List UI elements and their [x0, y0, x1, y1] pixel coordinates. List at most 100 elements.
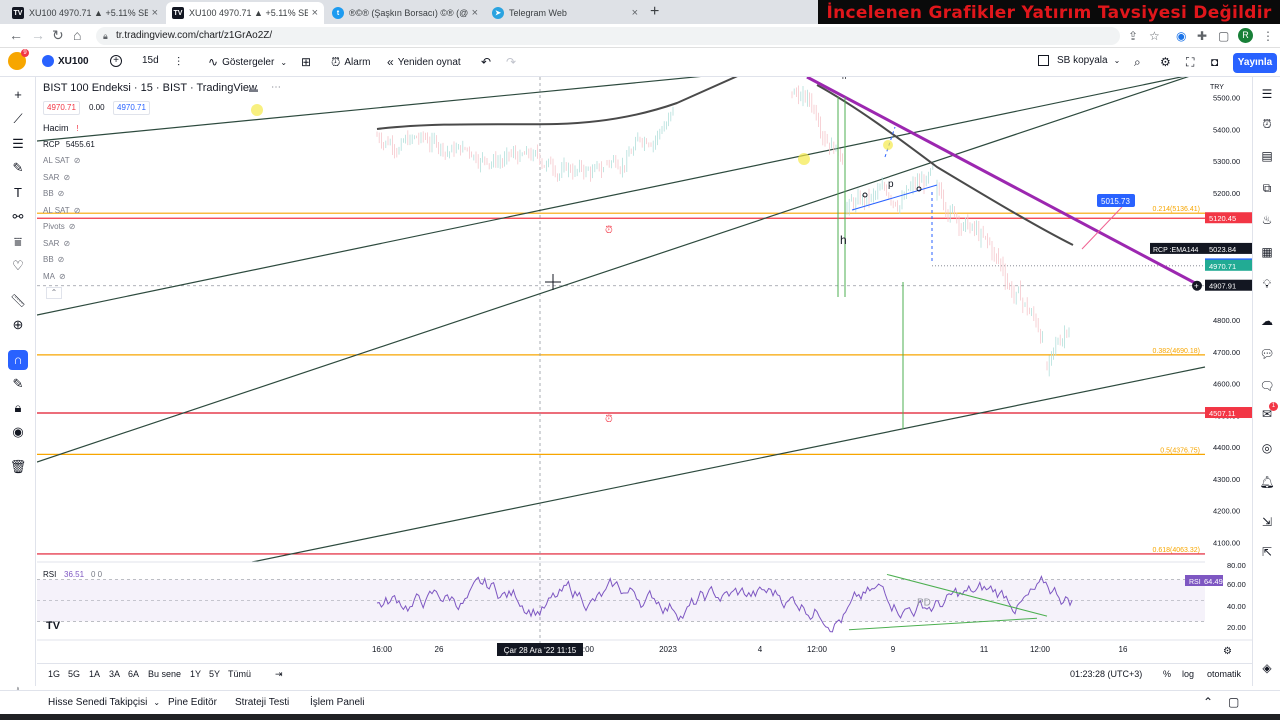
browser-menu-icon[interactable]: ⋮: [1262, 29, 1274, 43]
calendar-icon[interactable]: ▦: [1258, 243, 1276, 261]
hidden-eye-icon[interactable]: ⊘: [58, 189, 65, 198]
extension-globe-icon[interactable]: ◉: [1176, 29, 1186, 43]
back-icon[interactable]: ←: [9, 27, 23, 43]
layout-name-button[interactable]: SB kopyala ⌄: [1038, 55, 1120, 66]
messages-icon[interactable]: 🗨︎: [1258, 377, 1276, 395]
brush-icon[interactable]: ✎: [8, 158, 28, 178]
interval-button[interactable]: 15d: [142, 55, 159, 66]
hidden-eye-icon[interactable]: ⊘: [69, 222, 76, 231]
chat-cloud-icon[interactable]: ☁: [1258, 312, 1276, 330]
range-bu-sene[interactable]: Bu sene: [148, 669, 181, 679]
chevron-up-icon[interactable]: ⌃: [1203, 695, 1213, 709]
range-1A[interactable]: 1A: [89, 669, 100, 679]
clock-label[interactable]: 01:23:28 (UTC+3): [1070, 669, 1142, 679]
crosshair-icon[interactable]: +: [8, 85, 28, 105]
range-6A[interactable]: 6A: [128, 669, 139, 679]
legend-study-row[interactable]: Hacim!: [43, 123, 79, 133]
redo-icon[interactable]: ↷: [506, 55, 520, 69]
legend-study-row[interactable]: Pivots ⊘: [43, 222, 76, 231]
legend-study-row[interactable]: BB ⊘: [43, 255, 64, 264]
collapse-legend-icon[interactable]: ⌃: [46, 287, 62, 299]
trash-icon[interactable]: 🗑︎: [8, 457, 28, 477]
close-tab-icon[interactable]: ×: [632, 7, 638, 19]
hidden-eye-icon[interactable]: ⊘: [63, 173, 70, 182]
magnet-icon[interactable]: ∩: [8, 350, 28, 370]
close-tab-icon[interactable]: ×: [152, 7, 158, 19]
browser-tab-3[interactable]: t ®©® (Şaşkın Borsacı) ©® (@Sa ×: [326, 2, 484, 24]
legend-study-row[interactable]: AL SAT ⊘: [43, 156, 80, 165]
range-5G[interactable]: 5G: [68, 669, 80, 679]
extensions-puzzle-icon[interactable]: ✚: [1197, 29, 1207, 43]
browser-tab-4[interactable]: ➤ Telegram Web ×: [486, 2, 644, 24]
expand-arrows-icon[interactable]: ⇱: [1258, 543, 1276, 561]
watchlist-icon[interactable]: ☰: [1258, 85, 1276, 103]
undo-icon[interactable]: ↶: [481, 55, 495, 69]
lock-drawing-icon[interactable]: ✎: [8, 374, 28, 394]
legend-study-row[interactable]: AL SAT ⊘: [43, 206, 80, 215]
range-all[interactable]: Tümü: [228, 669, 251, 679]
publish-button[interactable]: Yayınla: [1233, 53, 1277, 73]
alerts-clock-icon[interactable]: ⏰︎: [1258, 115, 1276, 133]
auto-toggle[interactable]: otomatik: [1207, 669, 1241, 679]
user-avatar[interactable]: 9: [8, 49, 29, 70]
close-tab-icon[interactable]: ×: [312, 7, 318, 19]
zoom-in-icon[interactable]: ⊕: [8, 315, 28, 335]
tab-stock-screener[interactable]: Hisse Senedi Takipçisi ⌄: [48, 697, 160, 708]
trend-line-icon[interactable]: ⟋: [8, 109, 28, 129]
range-1G[interactable]: 1G: [48, 669, 60, 679]
hidden-eye-icon[interactable]: ⊘: [59, 272, 66, 281]
hotlist-flame-icon[interactable]: ♨: [1258, 211, 1276, 229]
news-icon[interactable]: ▤: [1258, 147, 1276, 165]
legend-study-row[interactable]: RCP 5455.61: [43, 140, 95, 149]
maximize-panel-icon[interactable]: ▢: [1228, 695, 1239, 709]
side-panel-icon[interactable]: ▢: [1218, 29, 1229, 43]
legend-study-row[interactable]: MA ⊘: [43, 272, 66, 281]
price-chart-svg[interactable]: TRY h p h ⏰︎ ⏰︎ 5015.73 0.214(5136.41) 0.382(469…: [36, 68, 1252, 667]
buy-price-box[interactable]: 4970.71: [113, 101, 150, 115]
notifications-icon[interactable]: ✉ 1: [1258, 402, 1278, 423]
legend-study-row[interactable]: BB ⊘: [43, 189, 64, 198]
search-icon[interactable]: ⌕: [1134, 55, 1145, 70]
camera-icon[interactable]: ◘: [1211, 55, 1222, 69]
share-icon[interactable]: ⇪: [1128, 29, 1138, 43]
log-toggle[interactable]: log: [1182, 669, 1194, 679]
settings-gear-icon[interactable]: ⚙: [1160, 55, 1175, 69]
heart-icon[interactable]: ♡: [8, 256, 28, 276]
pattern-icon[interactable]: ⚯: [8, 207, 28, 227]
bookmark-star-icon[interactable]: ☆: [1149, 29, 1160, 43]
collapse-arrows-icon[interactable]: ⇲: [1258, 513, 1276, 531]
close-tab-icon[interactable]: ×: [472, 7, 478, 19]
ideas-bulb-icon[interactable]: 💡︎: [1258, 275, 1276, 293]
hidden-eye-icon[interactable]: ⊘: [74, 206, 81, 215]
ruler-icon[interactable]: 📏︎: [8, 291, 28, 311]
home-icon[interactable]: ⌂: [73, 27, 81, 43]
legend-more-icon[interactable]: ⋯: [271, 82, 281, 93]
alarm-button[interactable]: ⏰︎ Alarm: [331, 55, 371, 70]
tab-pine-editor[interactable]: Pine Editör: [168, 697, 217, 708]
chart-canvas[interactable]: TRY h p h ⏰︎ ⏰︎ 5015.73 0.214(5136.41) 0.382(469…: [36, 68, 1252, 667]
fib-tool-icon[interactable]: ⩸: [8, 232, 28, 252]
tab-trading-panel[interactable]: İşlem Paneli: [310, 697, 364, 708]
browser-tab-2[interactable]: TV XU100 4970.71 ▲ +5.11% SB kop ×: [166, 2, 324, 24]
new-tab-icon[interactable]: +: [650, 3, 659, 21]
hidden-eye-icon[interactable]: ⊘: [58, 255, 65, 264]
text-tool-icon[interactable]: T: [8, 183, 28, 203]
layers-icon[interactable]: ◈: [1258, 659, 1276, 677]
bell-icon[interactable]: 🔔︎: [1258, 473, 1276, 491]
forward-icon[interactable]: →: [31, 27, 45, 43]
url-field[interactable]: 🔒︎ tr.tradingview.com/chart/z1GrAo2Z/: [96, 27, 1120, 45]
sell-price-box[interactable]: 4970.71: [43, 101, 80, 115]
hidden-eye-icon[interactable]: ⊘: [74, 156, 81, 165]
legend-minimize-icon[interactable]: ▬: [249, 84, 258, 94]
tab-strategy-tester[interactable]: Strateji Testi: [235, 697, 289, 708]
chart-type-icon[interactable]: ⫶: [177, 55, 184, 70]
replay-button[interactable]: «Yeniden oynat: [387, 55, 461, 69]
legend-study-row[interactable]: SAR ⊘: [43, 173, 70, 182]
visibility-eye-icon[interactable]: ◉: [8, 422, 28, 442]
range-3A[interactable]: 3A: [109, 669, 120, 679]
browser-tab-1[interactable]: TV XU100 4970.71 ▲ +5.11% SB kop ×: [6, 2, 164, 24]
legend-study-row[interactable]: SAR ⊘: [43, 239, 70, 248]
go-to-date-icon[interactable]: ⇥: [275, 669, 283, 680]
lock-icon[interactable]: 🔒︎: [8, 398, 28, 418]
horizontal-lines-icon[interactable]: ☰: [8, 134, 28, 154]
